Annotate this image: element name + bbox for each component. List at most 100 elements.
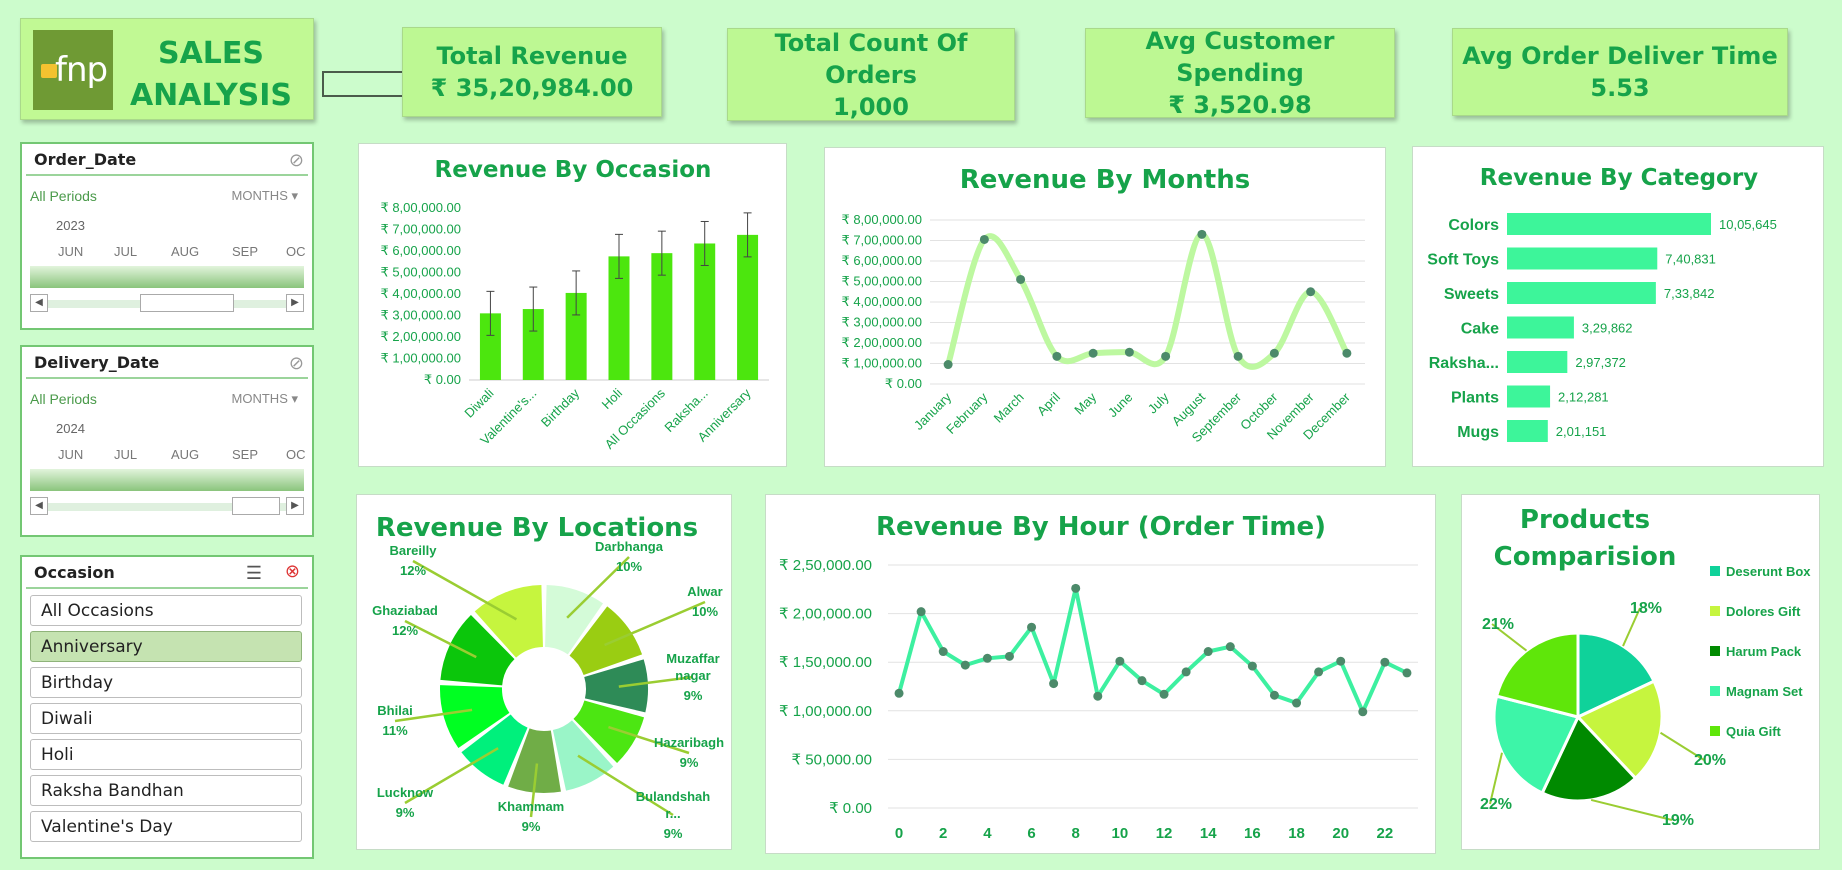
slice-percent: 9%	[684, 688, 703, 703]
slice-label-line: Lucknow	[377, 785, 434, 800]
slice-label-line: Hazaribagh	[654, 735, 724, 750]
y-tick-label: ₹ 7,00,000.00	[380, 222, 461, 237]
slicer-item-raksha-bandhan[interactable]: Raksha Bandhan	[30, 775, 302, 806]
kpi-value: ₹ 35,20,984.00	[430, 74, 634, 102]
legend-label: Magnam Set	[1726, 684, 1803, 699]
scroll-thumb[interactable]	[232, 497, 280, 515]
multi-select-icon[interactable]: ☰	[246, 563, 262, 584]
legend-label: Deserunt Box	[1726, 564, 1811, 579]
timeline-month: SEP	[232, 244, 259, 259]
kpi-avg-delivery: Avg Order Deliver Time 5.53	[1452, 28, 1788, 116]
slice-label: Khammam	[498, 799, 564, 814]
x-tick-label: Holi	[599, 385, 626, 412]
y-tick-label: ₹ 1,00,000.00	[841, 356, 922, 371]
y-tick-label: ₹ 7,00,000.00	[841, 233, 922, 248]
slice-label: Bulandshah r...	[636, 789, 710, 821]
legend-label: Harum Pack	[1726, 644, 1802, 659]
y-tick-label: ₹ 1,50,000.00	[779, 654, 872, 671]
slicer-item-valentines-day[interactable]: Valentine's Day	[30, 811, 302, 842]
slicer-item-anniversary[interactable]: Anniversary	[30, 631, 302, 662]
y-tick-label: ₹ 50,000.00	[792, 751, 872, 768]
data-point	[1342, 348, 1352, 358]
legend-swatch	[1710, 726, 1720, 736]
data-point	[1027, 622, 1037, 632]
slice-label: Ghaziabad	[372, 603, 438, 618]
slice-label: Darbhanga	[595, 539, 664, 554]
x-tick-label: Birthday	[538, 385, 583, 430]
timeline-scrollbar[interactable]: ◀ ▶	[30, 497, 304, 515]
products-chart-svg: Products Comparision 18% 20% 19% 22% 21% Deseru…	[1480, 505, 1811, 829]
legend-swatch	[1710, 606, 1720, 616]
data-point	[1225, 642, 1235, 652]
bar	[1507, 282, 1656, 304]
kpi-value: 5.53	[1590, 74, 1650, 102]
timeline-year: 2024	[56, 421, 85, 436]
category-label: Mugs	[1457, 424, 1499, 441]
category-label: Sweets	[1444, 286, 1499, 303]
x-tick-label: 6	[1027, 825, 1035, 842]
hour-chart-svg: Revenue By Hour (Order Time) ₹ 0.00 ₹ 50,0…	[779, 512, 1418, 842]
scroll-left-icon[interactable]: ◀	[30, 294, 48, 312]
occasion-slicer[interactable]: Occasion ☰ ⊗ All Occasions Anniversary B…	[20, 555, 314, 859]
data-point	[960, 660, 970, 670]
slicer-item-all-occasions[interactable]: All Occasions	[30, 595, 302, 626]
slice-percent: 9%	[522, 819, 541, 834]
y-tick-label: ₹ 1,00,000.00	[779, 703, 872, 720]
timeline-level-dropdown[interactable]: MONTHS ▾	[232, 391, 298, 407]
slice-label: Lucknow	[377, 785, 434, 800]
timeline-scrollbar[interactable]: ◀ ▶	[30, 294, 304, 312]
slice-percent: 12%	[400, 563, 426, 578]
y-tick-label: ₹ 0.00	[885, 376, 922, 391]
clear-filter-icon[interactable]: ⊘	[289, 150, 304, 171]
data-label: 2,12,281	[1558, 390, 1609, 405]
x-tick-label: May	[1071, 389, 1099, 417]
delivery-date-timeline[interactable]: Delivery_Date ⊘ All Periods MONTHS ▾ 202…	[20, 345, 314, 537]
chart-title: Products	[1520, 505, 1650, 535]
x-tick-label: 10	[1112, 825, 1129, 842]
clear-filter-icon[interactable]: ⊘	[289, 353, 304, 374]
chart-title: Comparision	[1494, 542, 1677, 572]
y-tick-label: ₹ 6,00,000.00	[841, 253, 922, 268]
x-tick-label: 0	[895, 825, 903, 842]
slicer-item-birthday[interactable]: Birthday	[30, 667, 302, 698]
y-tick-label: ₹ 6,00,000.00	[380, 243, 461, 258]
scroll-left-icon[interactable]: ◀	[30, 497, 48, 515]
data-point	[1004, 651, 1014, 661]
data-label: 2,01,151	[1556, 424, 1607, 439]
data-point	[1124, 347, 1134, 357]
scroll-right-icon[interactable]: ▶	[286, 497, 304, 515]
data-point	[1336, 656, 1346, 666]
leader-line	[1590, 798, 1673, 821]
kpi-title: Total Revenue	[436, 42, 628, 70]
bar	[1507, 420, 1548, 442]
x-tick-label: 12	[1156, 825, 1173, 842]
scroll-thumb[interactable]	[140, 294, 234, 312]
category-label: Soft Toys	[1427, 252, 1499, 269]
slice-percent: 12%	[392, 623, 418, 638]
y-tick-label: ₹ 2,00,000.00	[841, 335, 922, 350]
order-date-timeline[interactable]: Order_Date ⊘ All Periods MONTHS ▾ 2023 J…	[20, 142, 314, 330]
y-tick-label: ₹ 8,00,000.00	[841, 212, 922, 227]
slicer-item-holi[interactable]: Holi	[30, 739, 302, 770]
data-point	[1071, 583, 1081, 593]
timeline-level-dropdown[interactable]: MONTHS ▾	[232, 188, 298, 204]
category-label: Raksha...	[1429, 355, 1499, 372]
chart-revenue-by-locations: Revenue By Locations Darbhanga 10% Alwar 10%…	[356, 494, 732, 850]
timeline-range-bar[interactable]	[30, 469, 304, 491]
data-point	[1292, 698, 1302, 708]
slice-label-line: Darbhanga	[595, 539, 664, 554]
chart-products-comparision: Products Comparision 18% 20% 19% 22% 21% Deseru…	[1461, 494, 1820, 850]
slice-label-line: Bhilai	[377, 703, 412, 718]
timeline-range-bar[interactable]	[30, 266, 304, 288]
scroll-right-icon[interactable]: ▶	[286, 294, 304, 312]
bar	[1507, 213, 1711, 235]
slicer-item-diwali[interactable]: Diwali	[30, 703, 302, 734]
data-point	[938, 647, 948, 657]
clear-filter-icon[interactable]: ⊗	[285, 561, 300, 582]
data-point	[1269, 348, 1279, 358]
slice-percent: 18%	[1630, 600, 1662, 617]
data-point	[1233, 351, 1243, 361]
slice-percent: 22%	[1480, 796, 1512, 813]
data-point	[1115, 656, 1125, 666]
slice-label: Bareilly	[390, 543, 438, 558]
